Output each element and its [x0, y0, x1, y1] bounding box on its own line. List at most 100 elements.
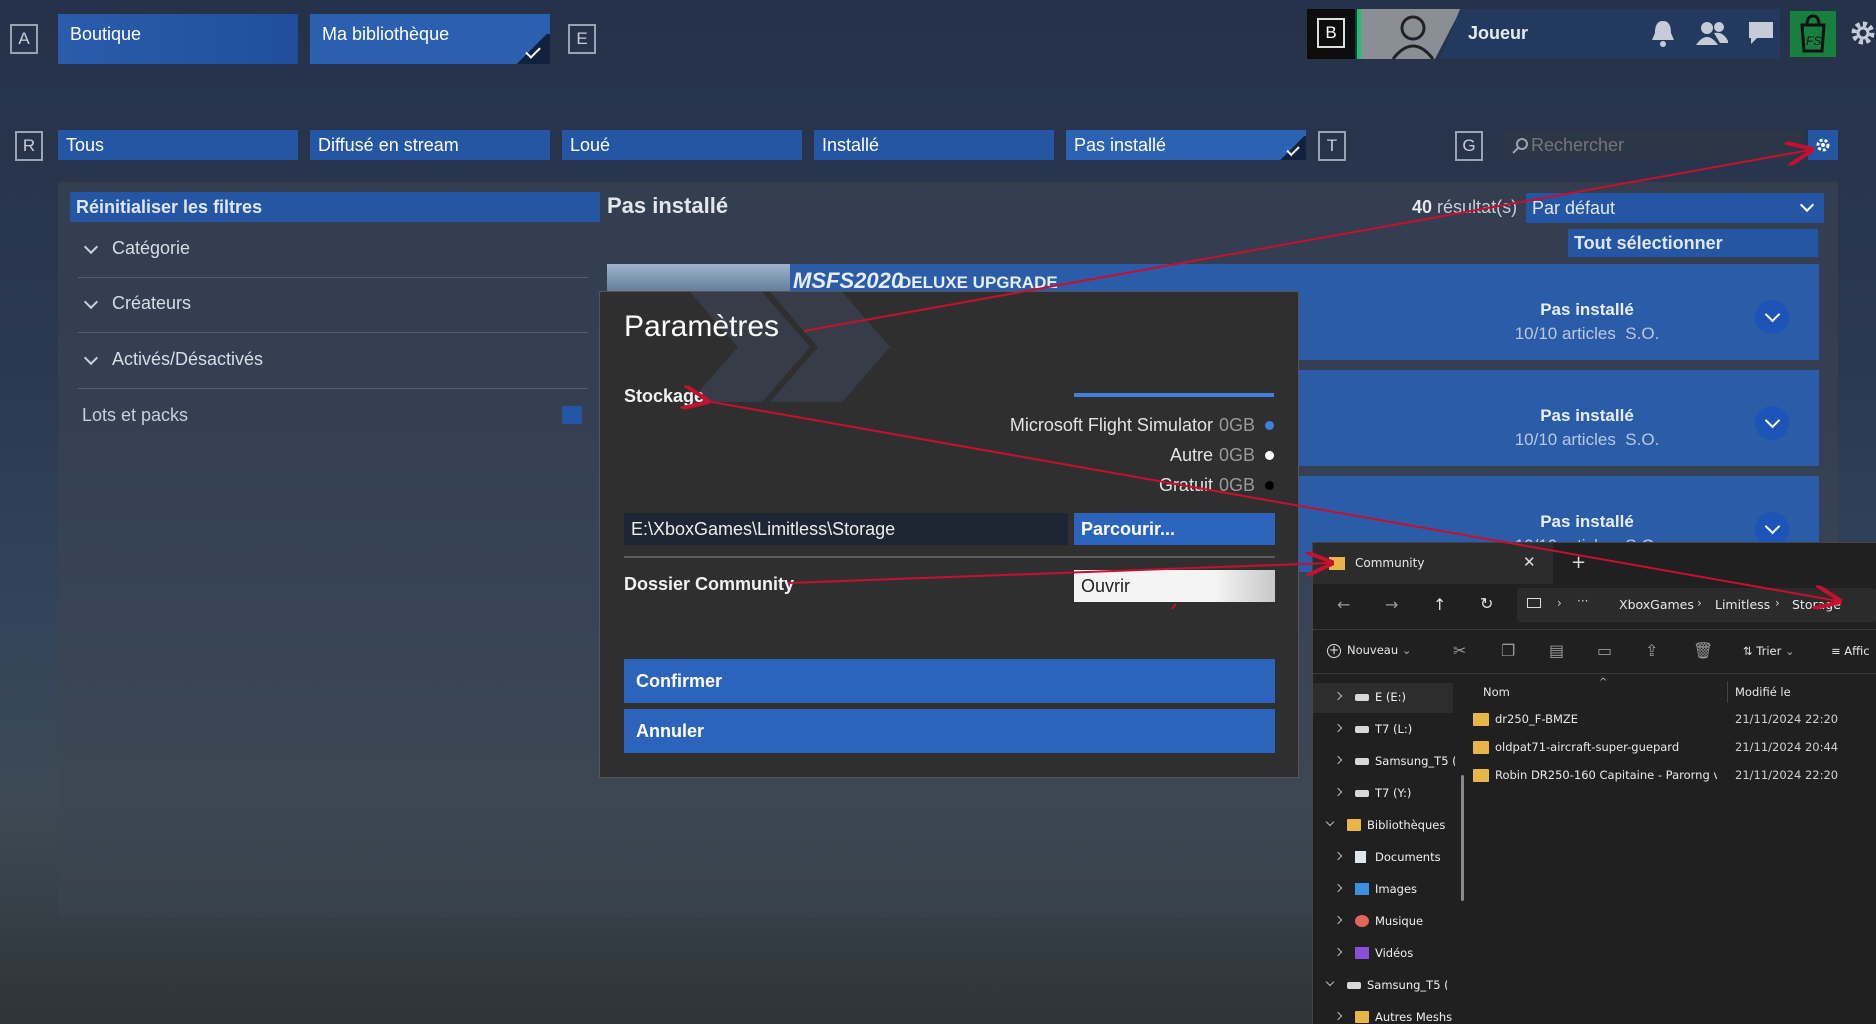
library-tab[interactable]: Ma bibliothèque	[310, 14, 550, 64]
select-all-button[interactable]: Tout sélectionner	[1568, 229, 1818, 257]
chevron-right-icon: ›	[1557, 596, 1562, 610]
browse-button[interactable]: Parcourir...	[1074, 513, 1275, 545]
file-row[interactable]: dr250_F-BMZE 21/11/2024 22:20	[1473, 708, 1873, 732]
filter-streamed[interactable]: Diffusé en stream	[310, 130, 550, 160]
more-icon[interactable]: ···	[1577, 594, 1588, 608]
forward-arrow-icon[interactable]: →	[1385, 595, 1398, 614]
legend-dot	[1265, 481, 1274, 490]
drive-icon	[1355, 694, 1369, 701]
expand-button[interactable]	[1755, 300, 1789, 334]
explorer-tab[interactable]: Community ✕	[1313, 543, 1553, 584]
settings-gear-icon[interactable]	[1846, 16, 1876, 50]
up-arrow-icon[interactable]: ↑	[1433, 595, 1446, 614]
boutique-tab[interactable]: Boutique	[58, 14, 298, 64]
file-explorer-window: Community ✕ + ← → ↑ ↻ › ··· XboxGames › …	[1312, 542, 1876, 1024]
expand-button[interactable]	[1755, 406, 1789, 440]
search-input[interactable]	[1531, 134, 1791, 156]
bundles-toggle[interactable]	[562, 406, 582, 424]
tree-item-e-drive[interactable]: E (E:)	[1313, 683, 1453, 713]
share-icon[interactable]: ⇪	[1645, 641, 1658, 660]
drive-icon	[1355, 726, 1369, 733]
filter-installed[interactable]: Installé	[814, 130, 1054, 160]
paste-icon[interactable]: ▤	[1549, 641, 1564, 660]
delete-icon[interactable]: 🗑	[1693, 641, 1713, 660]
file-row[interactable]: oldpat71-aircraft-super-guepard 21/11/202…	[1473, 736, 1873, 760]
address-bar[interactable]: › ··· XboxGames › Limitless › Storage	[1517, 588, 1876, 622]
sort-button[interactable]: ⇅ Trier ⌄	[1743, 644, 1795, 658]
sort-dropdown[interactable]: Par défaut	[1526, 193, 1824, 223]
na-text: S.O.	[1625, 324, 1660, 343]
tree-label: Samsung_T5 (S	[1375, 754, 1455, 768]
filter-tous[interactable]: Tous	[58, 130, 298, 160]
storage-label: Stockage	[624, 386, 705, 406]
file-list-header: Nom ^ Modifié le	[1473, 677, 1876, 705]
column-name[interactable]: Nom	[1483, 685, 1510, 699]
svg-text:FS: FS	[1806, 34, 1821, 48]
tree-item-t7-l[interactable]: T7 (L:)	[1313, 715, 1453, 745]
marketplace-button[interactable]: FS	[1790, 11, 1836, 57]
notifications-icon[interactable]	[1646, 16, 1680, 50]
document-icon	[1355, 851, 1366, 863]
new-tab-icon[interactable]: +	[1571, 552, 1586, 573]
rename-icon[interactable]: ▭	[1597, 641, 1612, 660]
filter-rented[interactable]: Loué	[562, 130, 802, 160]
open-community-button[interactable]: Ouvrir	[1074, 570, 1275, 602]
breadcrumb-xboxgames[interactable]: XboxGames	[1619, 597, 1694, 612]
bundles-label: Lots et packs	[82, 405, 189, 425]
back-arrow-icon[interactable]: ←	[1337, 595, 1350, 614]
sidebar-creators[interactable]: Créateurs	[78, 279, 588, 333]
sidebar-enabled[interactable]: Activés/Désactivés	[78, 335, 588, 389]
results-count-value: 40	[1412, 197, 1433, 217]
breadcrumb-limitless[interactable]: Limitless	[1715, 597, 1770, 612]
tree-item-images[interactable]: Images	[1313, 875, 1453, 905]
column-divider	[1727, 681, 1728, 703]
profile-bar[interactable]: Joueur	[1440, 9, 1780, 59]
key-hint-b: B	[1317, 18, 1345, 48]
refresh-icon[interactable]: ↻	[1480, 594, 1493, 613]
search-settings-button[interactable]	[1808, 130, 1838, 160]
tree-scrollbar[interactable]	[1461, 775, 1464, 901]
username: Joueur	[1468, 23, 1529, 43]
file-row[interactable]: Robin DR250-160 Capitaine - Parorng v1..…	[1473, 764, 1873, 788]
check-icon	[514, 34, 550, 64]
legend-other-value: 0GB	[1218, 445, 1255, 465]
status-text: Pas installé	[1540, 406, 1634, 425]
reset-filters-label: Réinitialiser les filtres	[76, 197, 263, 217]
new-button[interactable]: + Nouveau ⌄	[1327, 643, 1411, 658]
folder-shortcut-icon	[1473, 769, 1489, 782]
tree-item-music[interactable]: Musique	[1313, 907, 1453, 937]
expand-button[interactable]	[1755, 512, 1789, 546]
new-label: Nouveau	[1347, 643, 1399, 657]
results-title: Pas installé	[607, 193, 729, 218]
friends-icon[interactable]	[1694, 16, 1728, 50]
close-tab-icon[interactable]: ✕	[1523, 553, 1536, 571]
filter-not-installed[interactable]: Pas installé	[1066, 130, 1306, 160]
tree-item-documents[interactable]: Documents	[1313, 843, 1453, 873]
search-field[interactable]	[1503, 130, 1803, 160]
gear-icon	[1816, 138, 1830, 152]
legend-free: Gratuit 0GB	[1159, 475, 1274, 496]
tree-item-libraries[interactable]: Bibliothèques	[1313, 811, 1453, 841]
copy-icon[interactable]: ❐	[1501, 641, 1515, 660]
breadcrumb-storage[interactable]: Storage	[1792, 597, 1841, 612]
cut-icon[interactable]: ✂	[1453, 641, 1466, 660]
chat-icon[interactable]	[1744, 16, 1778, 50]
tree-item-samsung-s[interactable]: Samsung_T5 (S	[1313, 747, 1455, 777]
results-count: 40 résultat(s)	[1412, 197, 1517, 218]
cancel-button[interactable]: Annuler	[624, 709, 1275, 753]
tree-item-samsung-root[interactable]: Samsung_T5 (S:	[1313, 971, 1453, 1001]
tree-label: Autres Meshs I	[1375, 1010, 1455, 1024]
view-button[interactable]: ≡ Affic	[1831, 644, 1870, 658]
confirm-button[interactable]: Confirmer	[624, 659, 1275, 703]
file-modified: 21/11/2024 22:20	[1735, 712, 1839, 726]
reset-filters-button[interactable]: Réinitialiser les filtres	[70, 192, 600, 222]
tree-item-autres-meshs[interactable]: Autres Meshs I	[1313, 1003, 1455, 1024]
sidebar-category[interactable]: Catégorie	[78, 224, 588, 278]
column-modified[interactable]: Modifié le	[1735, 685, 1791, 699]
tree-item-videos[interactable]: Vidéos	[1313, 939, 1453, 969]
tree-item-t7-y[interactable]: T7 (Y:)	[1313, 779, 1453, 809]
storage-path-field[interactable]: E:\XboxGames\Limitless\Storage	[624, 513, 1068, 545]
divider	[1313, 629, 1876, 630]
profile-key-box: B	[1307, 9, 1355, 59]
legend-msfs-value: 0GB	[1218, 415, 1255, 435]
